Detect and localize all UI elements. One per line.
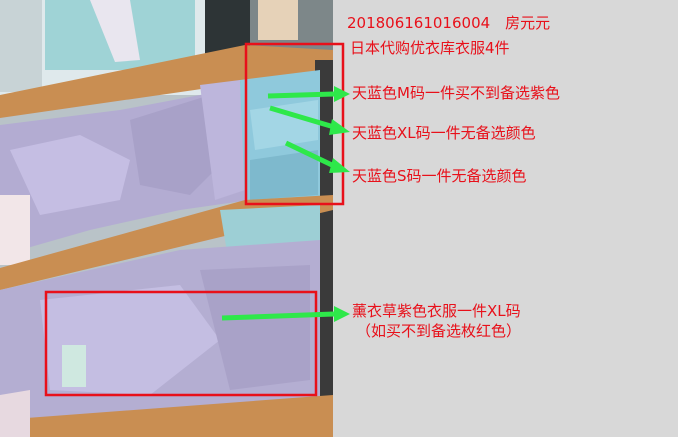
item-1-label: 天蓝色M码一件买不到备选紫色 [352,84,560,102]
order-title: 日本代购优衣库衣服4件 [350,39,510,57]
annotated-screenshot: 201806161016004 房元元 日本代购优衣库衣服4件 天蓝色M码一件买… [0,0,678,437]
item-2-label: 天蓝色XL码一件无备选颜色 [352,124,536,142]
item-4-note: （如买不到备选枚红色） [356,322,522,340]
annotation-panel [333,0,678,437]
order-id-line: 201806161016004 房元元 [347,14,551,32]
item-3-label: 天蓝色S码一件无备选颜色 [352,167,527,185]
store-shelf-photo [0,0,333,437]
item-4-label: 薰衣草紫色衣服一件XL码 [352,302,521,320]
